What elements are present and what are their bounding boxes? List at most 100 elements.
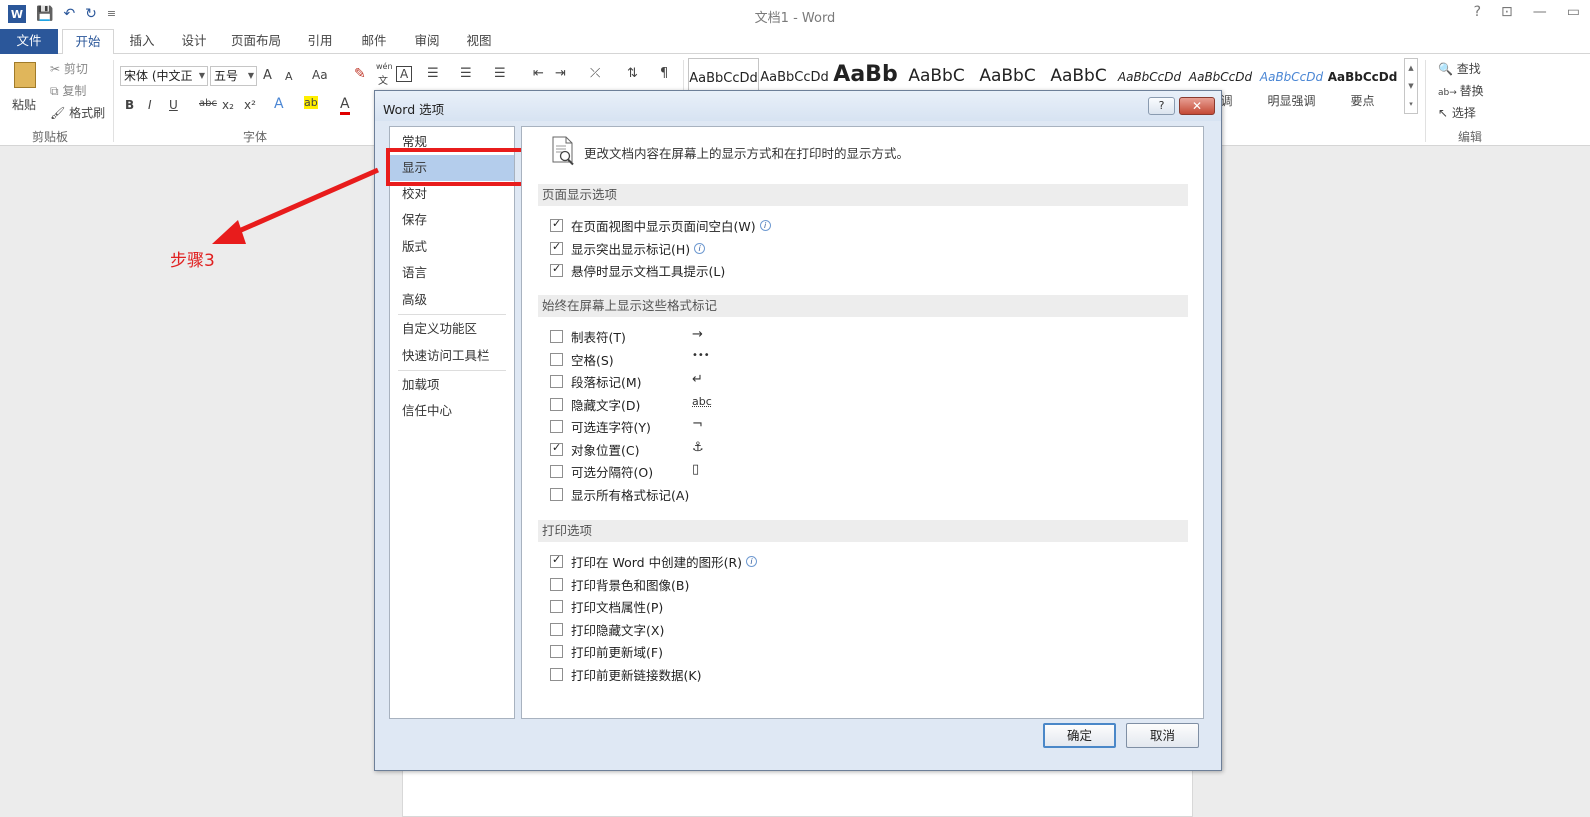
option-update-fields[interactable]: 打印前更新域(F) (550, 642, 663, 660)
document-magnifier-icon (552, 136, 574, 166)
nav-item-layout[interactable]: 版式 (390, 234, 514, 260)
grow-font-button[interactable]: A (263, 68, 272, 83)
option-object-anchors[interactable]: 对象位置(C) (550, 440, 639, 458)
shrink-font-button[interactable]: A (285, 70, 293, 83)
nav-item-addins[interactable]: 加载项 (390, 372, 514, 398)
option-paragraph-marks[interactable]: 段落标记(M) (550, 372, 642, 390)
ribbon-display-icon[interactable]: ⊡ (1501, 4, 1513, 20)
tab-design[interactable]: 设计 (170, 29, 218, 54)
option-spaces[interactable]: 空格(S) (550, 350, 614, 368)
option-hidden-text[interactable]: 隐藏文字(D) (550, 395, 640, 413)
find-button[interactable]: 🔍 查找 (1438, 60, 1481, 77)
paste-button[interactable]: 粘贴 (8, 60, 44, 120)
character-border-button[interactable]: A (396, 66, 413, 82)
checkbox[interactable] (550, 644, 563, 658)
option-print-drawings[interactable]: 打印在 Word 中创建的图形(R) i (550, 552, 758, 570)
option-show-highlight[interactable]: 显示突出显示标记(H) i (550, 239, 706, 257)
ok-button[interactable]: 确定 (1043, 723, 1116, 748)
minimize-icon[interactable]: — (1533, 4, 1547, 20)
sort-icon[interactable]: ⇅ (627, 66, 638, 81)
subscript-button[interactable]: x₂ (222, 98, 234, 112)
maximize-icon[interactable]: ▭ (1567, 4, 1580, 20)
underline-button[interactable]: U (169, 98, 178, 112)
tab-file[interactable]: 文件 (0, 29, 58, 54)
clipboard-icon (14, 62, 36, 88)
nav-item-customize-ribbon[interactable]: 自定义功能区 (390, 316, 514, 342)
option-update-linked-data[interactable]: 打印前更新链接数据(K) (550, 665, 701, 683)
nav-item-trust-center[interactable]: 信任中心 (390, 398, 514, 424)
checkbox[interactable] (550, 240, 563, 255)
checkbox[interactable] (550, 553, 563, 568)
help-icon[interactable]: ? (1474, 4, 1481, 20)
checkbox[interactable] (550, 419, 563, 433)
bullets-icon[interactable]: ☰ (427, 66, 439, 81)
show-marks-icon[interactable]: ¶ (660, 66, 668, 81)
tab-review[interactable]: 审阅 (403, 29, 451, 54)
copy-icon: ⧉ (50, 84, 63, 98)
checkbox[interactable] (550, 329, 563, 343)
checkbox[interactable] (550, 397, 563, 411)
text-effects-button[interactable]: A (274, 96, 284, 112)
close-icon[interactable]: ✕ (1179, 97, 1215, 115)
italic-button[interactable]: I (148, 98, 152, 112)
superscript-button[interactable]: x² (244, 98, 256, 112)
checkbox[interactable] (550, 441, 563, 456)
dialog-titlebar: Word 选项 ? ✕ (375, 91, 1221, 121)
checkbox[interactable] (550, 667, 563, 681)
nav-item-save[interactable]: 保存 (390, 207, 514, 233)
tab-view[interactable]: 视图 (455, 29, 503, 54)
copy-button[interactable]: ⧉ 复制 (50, 82, 86, 99)
option-show-all-marks[interactable]: 显示所有格式标记(A) (550, 485, 689, 503)
bold-button[interactable]: B (125, 98, 134, 112)
checkbox[interactable] (550, 622, 563, 636)
clear-format-icon[interactable]: ✎ (354, 66, 366, 82)
tab-references[interactable]: 引用 (296, 29, 344, 54)
option-optional-breaks[interactable]: 可选分隔符(O) (550, 462, 653, 480)
cancel-button[interactable]: 取消 (1126, 723, 1199, 748)
nav-item-advanced[interactable]: 高级 (390, 287, 514, 313)
option-show-tooltips[interactable]: 悬停时显示文档工具提示(L) (550, 261, 725, 279)
numbering-icon[interactable]: ☰ (460, 66, 472, 81)
ribbon-tabs: 文件 开始 插入 设计 页面布局 引用 邮件 审阅 视图 (0, 29, 1590, 55)
checkbox[interactable] (550, 374, 563, 388)
tab-insert[interactable]: 插入 (118, 29, 166, 54)
tab-home[interactable]: 开始 (62, 29, 114, 55)
replace-button[interactable]: ab→ 替换 (1438, 82, 1484, 99)
asian-layout-icon[interactable]: ⤫ (590, 66, 600, 81)
multilevel-list-icon[interactable]: ☰ (494, 66, 506, 81)
checkbox[interactable] (550, 262, 563, 277)
font-color-button[interactable]: A (340, 96, 350, 115)
checkbox[interactable] (550, 352, 563, 366)
option-show-whitespace[interactable]: 在页面视图中显示页面间空白(W) i (550, 216, 771, 234)
nav-divider (398, 314, 506, 315)
option-print-hidden-text[interactable]: 打印隐藏文字(X) (550, 620, 664, 638)
increase-indent-icon[interactable]: ⇥ (555, 66, 566, 81)
tab-layout[interactable]: 页面布局 (224, 29, 288, 54)
checkbox[interactable] (550, 217, 563, 232)
select-button[interactable]: ↖ 选择 (1438, 104, 1476, 121)
style-gallery-item[interactable]: AaBbCcDd 要点 (1327, 58, 1398, 112)
style-gallery-scroll[interactable]: ▲ ▼ ▾ (1404, 58, 1418, 114)
highlight-button[interactable]: ab (304, 96, 318, 109)
cut-button[interactable]: ✂ 剪切 (50, 60, 88, 77)
strikethrough-button[interactable]: abc (199, 98, 217, 109)
nav-item-quick-access[interactable]: 快速访问工具栏 (390, 343, 514, 369)
option-tab-characters[interactable]: 制表符(T) (550, 327, 626, 345)
nav-item-language[interactable]: 语言 (390, 260, 514, 286)
option-optional-hyphens[interactable]: 可选连字符(Y) (550, 417, 651, 435)
phonetic-guide-button[interactable]: wén (376, 62, 393, 71)
style-gallery-item[interactable]: AaBbCcDd 明显强调 (1256, 58, 1327, 112)
tab-mailings[interactable]: 邮件 (350, 29, 398, 54)
option-print-background[interactable]: 打印背景色和图像(B) (550, 575, 689, 593)
font-name-combo[interactable]: 宋体 (中文正 ▼ (120, 66, 208, 86)
format-painter-button[interactable]: 🖌 格式刷 (50, 104, 105, 121)
font-size-combo[interactable]: 五号 ▼ (210, 66, 257, 86)
help-icon[interactable]: ? (1148, 97, 1175, 115)
change-case-button[interactable]: Aa (312, 68, 328, 82)
checkbox[interactable] (550, 577, 563, 591)
option-print-properties[interactable]: 打印文档属性(P) (550, 597, 663, 615)
checkbox[interactable] (550, 487, 563, 501)
checkbox[interactable] (550, 599, 563, 613)
decrease-indent-icon[interactable]: ⇤ (533, 66, 544, 81)
checkbox[interactable] (550, 464, 563, 478)
